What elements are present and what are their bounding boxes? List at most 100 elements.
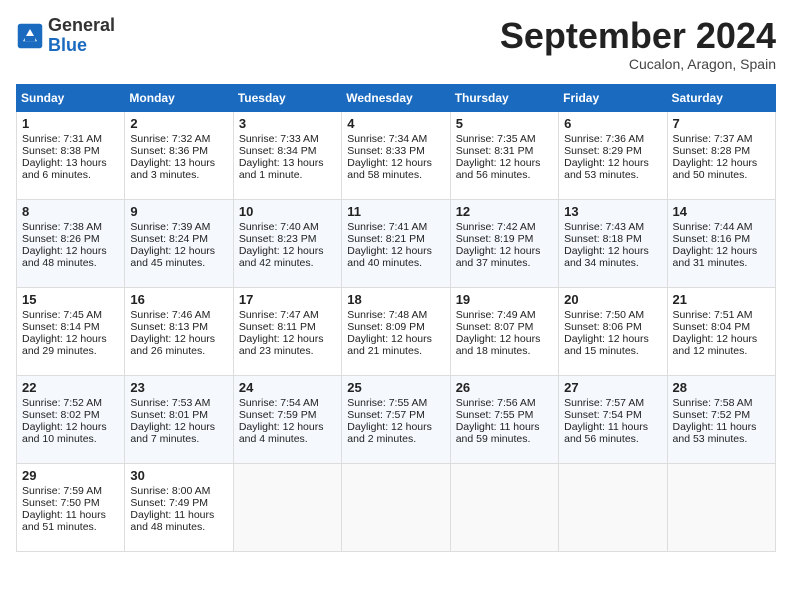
day-number: 9 xyxy=(130,204,227,219)
sunset-label: Sunset: 8:02 PM xyxy=(22,409,100,421)
sunset-label: Sunset: 7:50 PM xyxy=(22,497,100,509)
sunrise-label: Sunrise: 7:41 AM xyxy=(347,221,427,233)
daylight-label: Daylight: 12 hours and 18 minutes. xyxy=(456,333,541,357)
table-row: 22Sunrise: 7:52 AMSunset: 8:02 PMDayligh… xyxy=(17,375,125,463)
calendar-row-1: 8 Sunrise: 7:38 AMSunset: 8:26 PM Daylight… xyxy=(17,199,776,287)
table-row: 17Sunrise: 7:47 AMSunset: 8:11 PMDayligh… xyxy=(233,287,341,375)
daylight-label: Daylight: 12 hours and 56 minutes. xyxy=(456,157,541,181)
day-number: 17 xyxy=(239,292,336,307)
table-row xyxy=(233,463,341,551)
sunset-label: Sunset: 8:07 PM xyxy=(456,321,534,333)
sunrise-label: Sunrise: 7:42 AM xyxy=(456,221,536,233)
day-number: 24 xyxy=(239,380,336,395)
sunrise-label: Sunrise: 7:51 AM xyxy=(673,309,753,321)
header-tuesday: Tuesday xyxy=(233,84,341,111)
table-row: 30Sunrise: 8:00 AMSunset: 7:49 PMDayligh… xyxy=(125,463,233,551)
daylight-label: Daylight: 12 hours and 37 minutes. xyxy=(456,245,541,269)
day-number: 7 xyxy=(673,116,770,131)
header-wednesday: Wednesday xyxy=(342,84,450,111)
daylight-label: Daylight: 12 hours and 31 minutes. xyxy=(673,245,758,269)
table-row xyxy=(667,463,775,551)
sunrise-label: Sunrise: 7:44 AM xyxy=(673,221,753,233)
sunrise-label: Sunrise: 7:39 AM xyxy=(130,221,210,233)
daylight-label: Daylight: 12 hours and 26 minutes. xyxy=(130,333,215,357)
calendar-row-0: 1Sunrise: 7:31 AMSunset: 8:38 PMDaylight… xyxy=(17,111,776,199)
day-number: 27 xyxy=(564,380,661,395)
sunset-label: Sunset: 7:54 PM xyxy=(564,409,642,421)
table-row: 16Sunrise: 7:46 AMSunset: 8:13 PMDayligh… xyxy=(125,287,233,375)
table-row xyxy=(342,463,450,551)
sunrise-label: Sunrise: 7:57 AM xyxy=(564,397,644,409)
sunrise-label: Sunrise: 7:47 AM xyxy=(239,309,319,321)
day-number: 25 xyxy=(347,380,444,395)
daylight-label: Daylight: 13 hours and 1 minute. xyxy=(239,157,324,181)
logo: General Blue xyxy=(16,16,115,56)
sunset-label: Sunset: 8:23 PM xyxy=(239,233,317,245)
logo-icon xyxy=(16,22,44,50)
day-number: 11 xyxy=(347,204,444,219)
header-thursday: Thursday xyxy=(450,84,558,111)
sunset-label: Sunset: 8:26 PM xyxy=(22,233,100,245)
weekday-header-row: Sunday Monday Tuesday Wednesday Thursday… xyxy=(17,84,776,111)
sunset-label: Sunset: 7:59 PM xyxy=(239,409,317,421)
table-row: 15Sunrise: 7:45 AMSunset: 8:14 PMDayligh… xyxy=(17,287,125,375)
sunrise-label: Sunrise: 7:32 AM xyxy=(130,133,210,145)
day-number: 26 xyxy=(456,380,553,395)
daylight-label: Daylight: 12 hours and 4 minutes. xyxy=(239,421,324,445)
sunset-label: Sunset: 8:29 PM xyxy=(564,145,642,157)
header-monday: Monday xyxy=(125,84,233,111)
daylight-label: Daylight: 12 hours and 53 minutes. xyxy=(564,157,649,181)
daylight-label: Daylight: 12 hours and 10 minutes. xyxy=(22,421,107,445)
day-number: 13 xyxy=(564,204,661,219)
table-row: 12Sunrise: 7:42 AMSunset: 8:19 PMDayligh… xyxy=(450,199,558,287)
sunset-label: Sunset: 8:06 PM xyxy=(564,321,642,333)
sunset-label: Sunset: 8:01 PM xyxy=(130,409,208,421)
day-number: 5 xyxy=(456,116,553,131)
day-number: 16 xyxy=(130,292,227,307)
calendar-row-3: 22Sunrise: 7:52 AMSunset: 8:02 PMDayligh… xyxy=(17,375,776,463)
sunset-label: Sunset: 8:38 PM xyxy=(22,145,100,157)
daylight-label: Daylight: 12 hours and 2 minutes. xyxy=(347,421,432,445)
sunrise-label: Sunrise: 7:55 AM xyxy=(347,397,427,409)
table-row: 25 Sunrise: 7:55 AMSunset: 7:57 PMDayligh… xyxy=(342,375,450,463)
sunrise-label: Sunrise: 7:38 AM xyxy=(22,221,102,233)
daylight-label: Daylight: 11 hours and 59 minutes. xyxy=(456,421,540,445)
day-number: 21 xyxy=(673,292,770,307)
table-row: 19Sunrise: 7:49 AMSunset: 8:07 PMDayligh… xyxy=(450,287,558,375)
sunrise-label: Sunrise: 7:35 AM xyxy=(456,133,536,145)
day-number: 14 xyxy=(673,204,770,219)
logo-blue: Blue xyxy=(48,36,115,56)
page-header: General Blue September 2024 Cucalon, Ara… xyxy=(16,16,776,72)
sunrise-label: Sunrise: 7:48 AM xyxy=(347,309,427,321)
table-row: 18Sunrise: 7:48 AMSunset: 8:09 PMDayligh… xyxy=(342,287,450,375)
sunrise-label: Sunrise: 7:59 AM xyxy=(22,485,102,497)
sunrise-label: Sunrise: 7:34 AM xyxy=(347,133,427,145)
daylight-label: Daylight: 12 hours and 45 minutes. xyxy=(130,245,215,269)
sunrise-label: Sunrise: 7:53 AM xyxy=(130,397,210,409)
sunset-label: Sunset: 8:21 PM xyxy=(347,233,425,245)
daylight-label: Daylight: 11 hours and 56 minutes. xyxy=(564,421,648,445)
sunrise-label: Sunrise: 7:33 AM xyxy=(239,133,319,145)
table-row: 7Sunrise: 7:37 AMSunset: 8:28 PMDaylight… xyxy=(667,111,775,199)
table-row: 5 Sunrise: 7:35 AMSunset: 8:31 PMDaylight… xyxy=(450,111,558,199)
table-row xyxy=(450,463,558,551)
table-row: 4Sunrise: 7:34 AMSunset: 8:33 PMDaylight… xyxy=(342,111,450,199)
day-number: 29 xyxy=(22,468,119,483)
sunset-label: Sunset: 7:57 PM xyxy=(347,409,425,421)
table-row: 14Sunrise: 7:44 AMSunset: 8:16 PMDayligh… xyxy=(667,199,775,287)
day-number: 3 xyxy=(239,116,336,131)
sunset-label: Sunset: 8:31 PM xyxy=(456,145,534,157)
calendar-row-2: 15Sunrise: 7:45 AMSunset: 8:14 PMDayligh… xyxy=(17,287,776,375)
day-number: 8 xyxy=(22,204,119,219)
table-row: 24Sunrise: 7:54 AMSunset: 7:59 PMDayligh… xyxy=(233,375,341,463)
daylight-label: Daylight: 12 hours and 58 minutes. xyxy=(347,157,432,181)
table-row: 10Sunrise: 7:40 AMSunset: 8:23 PMDayligh… xyxy=(233,199,341,287)
daylight-label: Daylight: 11 hours and 51 minutes. xyxy=(22,509,106,533)
day-number: 23 xyxy=(130,380,227,395)
header-friday: Friday xyxy=(559,84,667,111)
table-row: 13Sunrise: 7:43 AMSunset: 8:18 PMDayligh… xyxy=(559,199,667,287)
location: Cucalon, Aragon, Spain xyxy=(500,56,776,72)
daylight-label: Daylight: 12 hours and 50 minutes. xyxy=(673,157,758,181)
table-row: 27 Sunrise: 7:57 AMSunset: 7:54 PMDayligh… xyxy=(559,375,667,463)
calendar-row-4: 29 Sunrise: 7:59 AMSunset: 7:50 PMDayligh… xyxy=(17,463,776,551)
